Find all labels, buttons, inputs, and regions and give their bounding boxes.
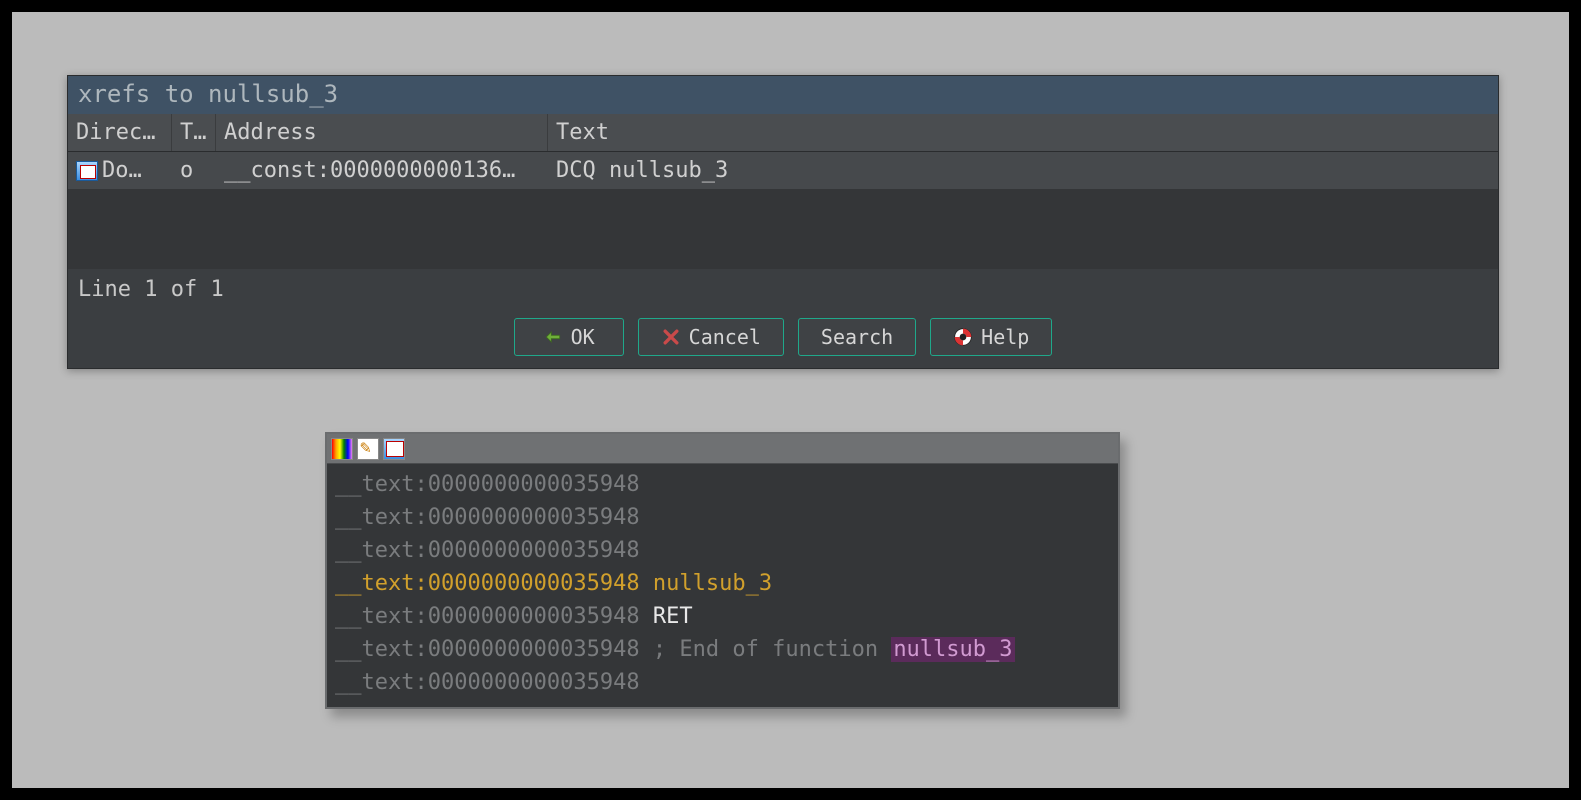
disasm-segaddr: __text:0000000000035948 <box>335 505 640 530</box>
disasm-line[interactable]: __text:0000000000035948 RET <box>335 600 1110 633</box>
search-button[interactable]: Search <box>798 318 916 356</box>
ok-arrow-icon <box>543 327 563 347</box>
disasm-segaddr: __text:0000000000035948 <box>335 604 640 629</box>
cell-text: DCQ nullsub_3 <box>548 154 1498 187</box>
disasm-line[interactable]: __text:0000000000035948 <box>335 534 1110 567</box>
color-options-icon[interactable] <box>331 438 353 460</box>
disasm-line[interactable]: __text:0000000000035948 <box>335 501 1110 534</box>
table-row[interactable]: Do… o __const:0000000000136… DCQ nullsub… <box>68 152 1498 189</box>
xrefs-button-bar: OK Cancel Search Help <box>68 302 1498 368</box>
help-lifebuoy-icon <box>953 327 973 347</box>
search-label: Search <box>821 325 893 349</box>
disasm-line[interactable]: __text:0000000000035948 <box>335 468 1110 501</box>
disasm-segaddr: __text:0000000000035948 <box>335 670 640 695</box>
disasm-body[interactable]: __text:0000000000035948__text:0000000000… <box>327 464 1118 707</box>
column-header-address[interactable]: Address <box>216 114 548 151</box>
disasm-toolbar <box>327 434 1118 464</box>
help-label: Help <box>981 325 1029 349</box>
disasm-xref-name: nullsub_3 <box>891 637 1014 662</box>
column-header-text[interactable]: Text <box>548 114 1498 151</box>
xrefs-columns-header: Directi Typ Address Text <box>68 114 1498 152</box>
disasm-line[interactable]: __text:0000000000035948 nullsub_3 <box>335 567 1110 600</box>
app-background: xrefs to nullsub_3 Directi Typ Address T… <box>12 12 1569 788</box>
ok-button[interactable]: OK <box>514 318 624 356</box>
disasm-line[interactable]: __text:0000000000035948 ; End of functio… <box>335 633 1110 666</box>
xrefs-dialog: xrefs to nullsub_3 Directi Typ Address T… <box>67 75 1499 369</box>
disasm-symbol-name: nullsub_3 <box>653 571 772 596</box>
ok-label: OK <box>571 325 595 349</box>
column-header-direction[interactable]: Directi <box>68 114 172 151</box>
edit-icon[interactable] <box>357 438 379 460</box>
cell-direction: Do… <box>68 154 172 187</box>
disasm-line[interactable]: __text:0000000000035948 <box>335 666 1110 699</box>
disasm-comment: ; End of function <box>653 637 891 662</box>
cancel-button[interactable]: Cancel <box>638 318 784 356</box>
xrefs-body-area[interactable] <box>68 189 1498 269</box>
xref-icon[interactable] <box>383 438 405 460</box>
column-header-type[interactable]: Typ <box>172 114 216 151</box>
disasm-instruction: RET <box>653 604 693 629</box>
cell-direction-text: Do… <box>102 158 142 183</box>
cancel-label: Cancel <box>689 325 761 349</box>
disasm-view: __text:0000000000035948__text:0000000000… <box>325 432 1120 709</box>
xrefs-dialog-title: xrefs to nullsub_3 <box>68 76 1498 114</box>
disasm-segaddr: __text:0000000000035948 <box>335 637 640 662</box>
disasm-segaddr: __text:0000000000035948 <box>335 571 640 596</box>
cell-type: o <box>172 154 216 187</box>
xref-row-icon <box>76 161 98 181</box>
cell-address: __const:0000000000136… <box>216 154 548 187</box>
disasm-segaddr: __text:0000000000035948 <box>335 472 640 497</box>
disasm-segaddr: __text:0000000000035948 <box>335 538 640 563</box>
xrefs-status-line: Line 1 of 1 <box>68 269 1498 302</box>
cancel-x-icon <box>661 327 681 347</box>
help-button[interactable]: Help <box>930 318 1052 356</box>
